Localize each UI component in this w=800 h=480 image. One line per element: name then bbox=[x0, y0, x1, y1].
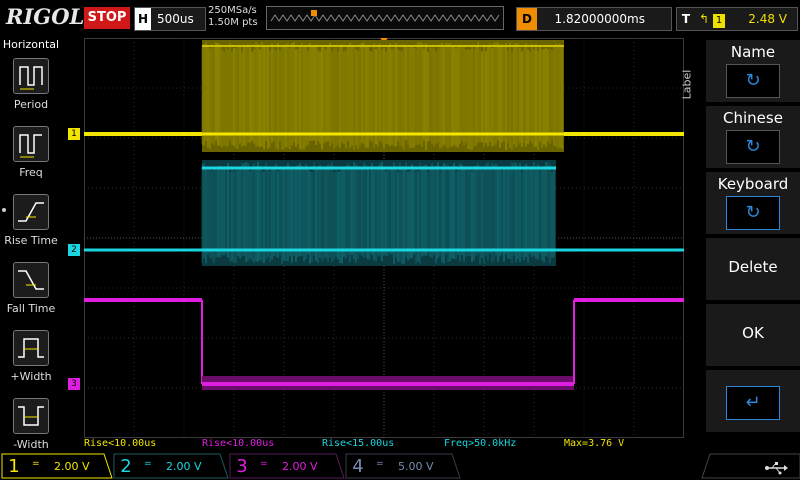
measure-neg-width-label: -Width bbox=[13, 438, 49, 451]
waveform-display[interactable] bbox=[84, 38, 684, 438]
ok-button-label: OK bbox=[742, 324, 764, 342]
label-menu-title: Label bbox=[680, 69, 694, 100]
ch2-waveform bbox=[84, 160, 684, 266]
horizontal-timebase[interactable]: H 500us bbox=[134, 7, 206, 31]
run-stop-status[interactable]: STOP bbox=[84, 7, 130, 29]
multifunction-knob-icon: ↻ bbox=[726, 130, 780, 164]
channel-4-coupling: = bbox=[376, 459, 384, 469]
neg-width-icon bbox=[13, 398, 49, 434]
memory-timeline bbox=[266, 6, 504, 30]
measure-period-label: Period bbox=[13, 98, 49, 111]
measurement-results: Rise<10.00us Rise<10.00us Rise<15.00us F… bbox=[84, 437, 684, 451]
channel-1-coupling: = bbox=[32, 459, 40, 469]
period-icon bbox=[13, 58, 49, 94]
trigger-source: 1 bbox=[713, 14, 726, 28]
channel-3-scale: 2.00 V bbox=[282, 460, 318, 473]
trigger-level: 2.48 V bbox=[748, 12, 787, 26]
timebase-value: 500us bbox=[157, 12, 194, 26]
label-menu: Label Name ↻ Chinese ↻ Keyboard ↻ Delete… bbox=[680, 38, 800, 470]
keyboard-button-label: Keyboard bbox=[717, 175, 789, 193]
label-menu-tab: Label bbox=[680, 46, 704, 126]
measure-menu: Horizontal Period Freq Rise Time Fall Ti… bbox=[0, 38, 62, 452]
sample-rate: 250MSa/s bbox=[208, 5, 257, 16]
delete-button[interactable]: Delete bbox=[706, 238, 800, 300]
ch1-waveform bbox=[84, 40, 684, 152]
horizontal-tag: H bbox=[135, 8, 151, 30]
ch3-offset-marker[interactable]: 3 bbox=[68, 378, 80, 390]
ch2-offset-marker[interactable]: 2 bbox=[68, 244, 80, 256]
measure-pos-width[interactable]: +Width bbox=[0, 326, 62, 392]
usb-icon bbox=[764, 460, 788, 475]
trigger-tag: T bbox=[681, 12, 691, 26]
delay-tag: D bbox=[517, 8, 537, 30]
rising-edge-icon: ↰ bbox=[699, 12, 710, 26]
name-button-label: Name bbox=[730, 43, 776, 61]
measure-pos-width-label: +Width bbox=[10, 370, 52, 383]
measure-period[interactable]: Period bbox=[0, 54, 62, 120]
measure-freq-label: Freq bbox=[19, 166, 43, 179]
channel-3-coupling: = bbox=[260, 459, 268, 469]
acquisition-info: 250MSa/s 1.50M pts bbox=[208, 5, 264, 29]
multifunction-knob-icon: ↻ bbox=[726, 196, 780, 230]
trigger-readout[interactable]: T ↰ 1 2.48 V bbox=[676, 7, 798, 31]
channel-3-tab[interactable]: 3 = 2.00 V bbox=[230, 454, 334, 480]
channel-2-number: 2 bbox=[120, 456, 132, 477]
measurement-4: Freq>50.0kHz bbox=[444, 438, 517, 449]
channel-4-scale: 5.00 V bbox=[398, 460, 434, 473]
delete-button-label: Delete bbox=[728, 258, 778, 276]
keyboard-button[interactable]: Keyboard ↻ bbox=[706, 172, 800, 234]
fall-time-icon bbox=[13, 262, 49, 298]
channel-3-number: 3 bbox=[236, 456, 248, 477]
memory-depth: 1.50M pts bbox=[208, 17, 258, 28]
measure-neg-width[interactable]: -Width bbox=[0, 394, 62, 460]
rise-time-icon bbox=[13, 194, 49, 230]
measure-fall-time-label: Fall Time bbox=[6, 302, 56, 315]
chinese-button[interactable]: Chinese ↻ bbox=[706, 106, 800, 168]
channel-4-tab[interactable]: 4 = 5.00 V bbox=[346, 454, 450, 480]
channel-4-number: 4 bbox=[352, 456, 364, 477]
delay-value: 1.82000000ms bbox=[554, 12, 645, 26]
measurement-2: Rise<10.00us bbox=[202, 438, 275, 449]
return-arrow-icon: ↵ bbox=[726, 386, 780, 420]
measurement-5: Max=3.76 V bbox=[564, 438, 625, 449]
measure-rise-time-label: Rise Time bbox=[4, 234, 58, 247]
measure-freq[interactable]: Freq bbox=[0, 122, 62, 188]
ch1-offset-marker[interactable]: 1 bbox=[68, 128, 80, 140]
measure-rise-time[interactable]: Rise Time bbox=[0, 190, 62, 256]
channel-1-scale: 2.00 V bbox=[54, 460, 90, 473]
graticule bbox=[84, 38, 684, 438]
channel-2-tab[interactable]: 2 = 2.00 V bbox=[114, 454, 218, 480]
multifunction-knob-icon: ↻ bbox=[726, 64, 780, 98]
brand-logo: RIGOL bbox=[6, 4, 85, 29]
channel-2-scale: 2.00 V bbox=[166, 460, 202, 473]
channel-1-tab[interactable]: 1 = 2.00 V bbox=[2, 454, 106, 480]
ok-button[interactable]: OK bbox=[706, 304, 800, 366]
channel-bar: 1 = 2.00 V 2 = 2.00 V 3 = 2.00 V 4 = 5.0… bbox=[0, 452, 800, 480]
measure-menu-title: Horizontal bbox=[2, 38, 60, 51]
name-button[interactable]: Name ↻ bbox=[706, 40, 800, 102]
return-button[interactable]: ↵ bbox=[706, 370, 800, 432]
pos-width-icon bbox=[13, 330, 49, 366]
waveform-overview-icon bbox=[270, 10, 500, 22]
measure-fall-time[interactable]: Fall Time bbox=[0, 258, 62, 324]
freq-icon bbox=[13, 126, 49, 162]
measurement-1: Rise<10.00us bbox=[84, 438, 157, 449]
channel-2-coupling: = bbox=[144, 459, 152, 469]
measurement-3: Rise<15.00us bbox=[322, 438, 395, 449]
channel-1-number: 1 bbox=[8, 456, 20, 477]
status-bar: RIGOL STOP H 500us 250MSa/s 1.50M pts D 1.… bbox=[0, 0, 800, 38]
chinese-button-label: Chinese bbox=[723, 109, 783, 127]
delay-readout[interactable]: D 1.82000000ms bbox=[516, 7, 672, 31]
